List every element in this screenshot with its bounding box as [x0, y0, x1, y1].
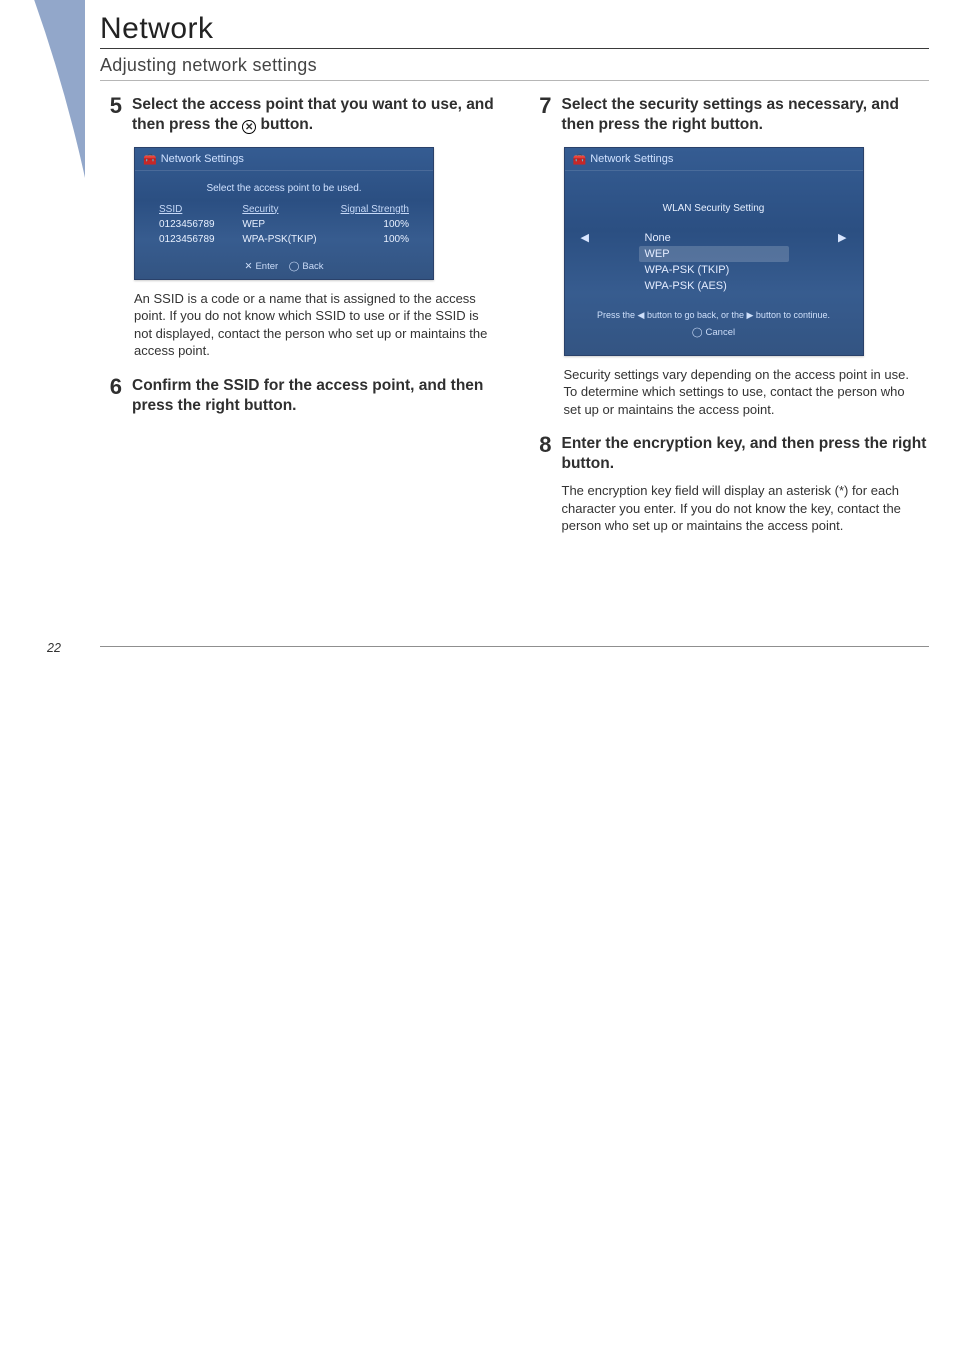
step-number: 7: [530, 95, 552, 117]
step-heading-part-b: button.: [256, 116, 313, 133]
page-number: 22: [47, 641, 61, 655]
psp-caption: WLAN Security Setting: [577, 199, 851, 230]
security-option: WPA-PSK (AES): [639, 278, 789, 294]
step-heading: Select the security settings as necessar…: [562, 95, 930, 135]
left-column: 5 Select the access point that you want …: [100, 95, 500, 535]
security-option-selected: WEP: [639, 246, 789, 262]
right-arrow-icon: ▶: [838, 231, 846, 244]
right-column: 7 Select the security settings as necess…: [530, 95, 930, 535]
circle-icon: ◯: [289, 261, 300, 272]
footer-rule: [100, 646, 929, 647]
psp-title-bar: 🧰 Network Settings: [135, 148, 433, 171]
psp-title-text: Network Settings: [161, 153, 244, 165]
columns: 5 Select the access point that you want …: [100, 81, 929, 535]
x-icon: ✕: [244, 261, 252, 272]
step-6: 6 Confirm the SSID for the access point,…: [100, 376, 500, 416]
step-8: 8 Enter the encryption key, and then pre…: [530, 434, 930, 534]
step-5-note: An SSID is a code or a name that is assi…: [134, 290, 494, 360]
psp-title-bar: 🧰 Network Settings: [565, 148, 863, 171]
circle-icon: ◯: [692, 327, 703, 338]
left-sidebar: [0, 0, 85, 677]
cell-signal: 100%: [326, 219, 409, 230]
page-subtitle: Adjusting network settings: [100, 49, 929, 81]
psp-table-row: 0123456789 WEP 100%: [159, 217, 409, 232]
cell-security: WEP: [242, 219, 325, 230]
cell-ssid: 0123456789: [159, 219, 242, 230]
cell-security: WPA-PSK(TKIP): [242, 234, 325, 245]
toolbox-icon: 🧰: [573, 153, 587, 166]
psp-title-text: Network Settings: [590, 153, 673, 165]
page-content: Network Adjusting network settings 5 Sel…: [100, 0, 929, 677]
step-body-text: The encryption key field will display an…: [562, 482, 930, 535]
header-signal: Signal Strength: [326, 204, 409, 215]
psp-footer: ✕Enter ◯Back: [135, 251, 433, 279]
footer-enter: Enter: [255, 261, 278, 272]
page-title: Network: [100, 0, 929, 49]
psp-security-list: None WEP WPA-PSK (TKIP) WPA-PSK (AES): [639, 230, 789, 294]
cell-ssid: 0123456789: [159, 234, 242, 245]
step-heading: Enter the encryption key, and then press…: [562, 434, 930, 474]
step-heading: Select the access point that you want to…: [132, 95, 500, 135]
screenshot-access-point: 🧰 Network Settings Select the access poi…: [134, 147, 434, 280]
step-7-note: Security settings vary depending on the …: [564, 366, 924, 419]
footer-back: Back: [302, 261, 323, 272]
psp-table-row: 0123456789 WPA-PSK(TKIP) 100%: [159, 232, 409, 247]
psp-body: ◀ ▶ WLAN Security Setting None WEP WPA-P…: [565, 171, 863, 355]
step-number: 5: [100, 95, 122, 117]
psp-access-point-table: SSID Security Signal Strength 0123456789…: [135, 202, 433, 251]
footer-cancel: Cancel: [706, 327, 736, 338]
step-number: 8: [530, 434, 552, 456]
cell-signal: 100%: [326, 234, 409, 245]
header-security: Security: [242, 204, 325, 215]
step-5: 5 Select the access point that you want …: [100, 95, 500, 135]
header-ssid: SSID: [159, 204, 242, 215]
psp-instruction: Select the access point to be used.: [135, 171, 433, 202]
security-option: None: [639, 230, 789, 246]
psp-footer: ◯Cancel: [577, 325, 851, 345]
screenshot-security-setting: 🧰 Network Settings ◀ ▶ WLAN Security Set…: [564, 147, 864, 356]
x-button-icon: ✕: [242, 120, 256, 134]
left-arrow-icon: ◀: [581, 231, 589, 244]
step-7: 7 Select the security settings as necess…: [530, 95, 930, 135]
toolbox-icon: 🧰: [143, 153, 157, 166]
psp-hint: Press the ◀ button to go back, or the ▶ …: [577, 294, 851, 325]
security-option: WPA-PSK (TKIP): [639, 262, 789, 278]
psp-table-header: SSID Security Signal Strength: [159, 202, 409, 217]
step-heading: Confirm the SSID for the access point, a…: [132, 376, 500, 416]
step-number: 6: [100, 376, 122, 398]
